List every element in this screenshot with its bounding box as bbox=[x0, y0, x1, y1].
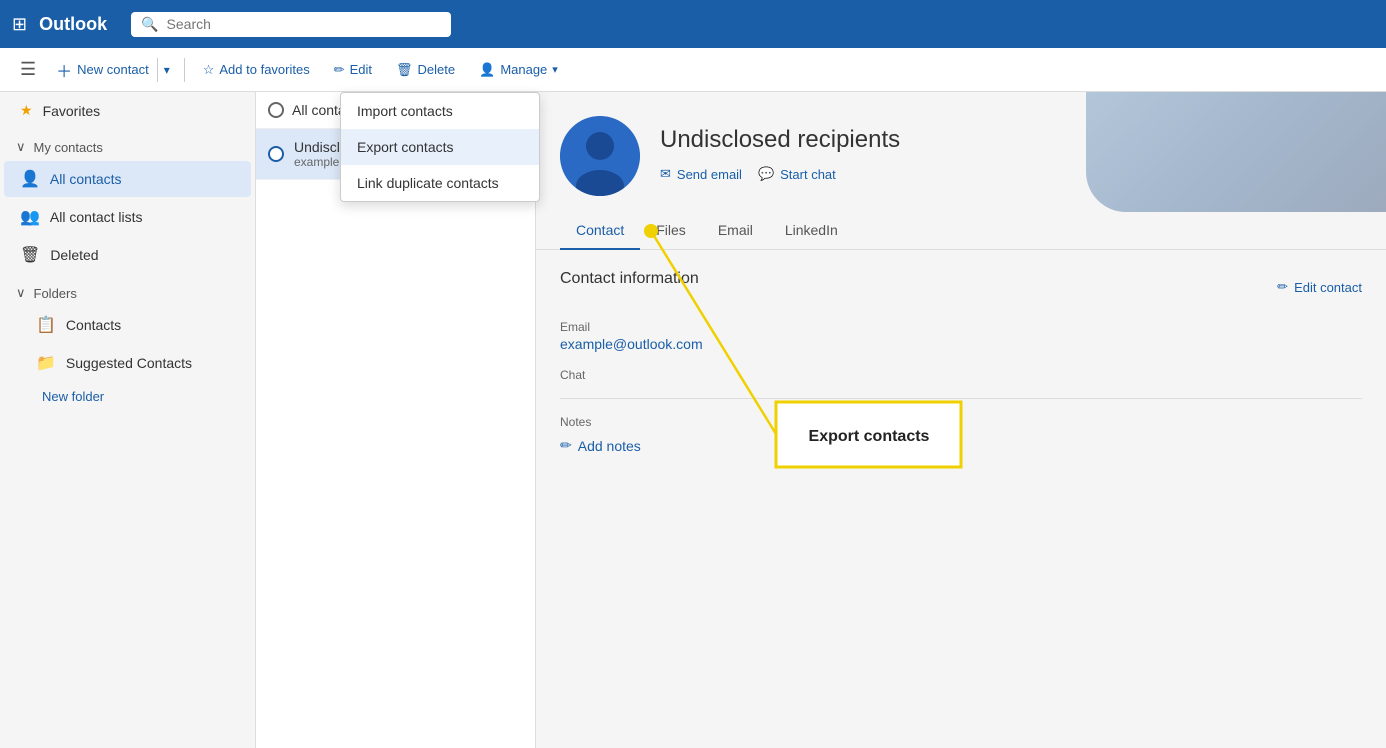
chevron-down-icon: ∨ bbox=[16, 139, 26, 155]
select-all-radio[interactable] bbox=[268, 102, 284, 118]
detail-panel: Undisclosed recipients ✉ Send email 💬 St… bbox=[536, 92, 1386, 748]
edit-icon: ✏ bbox=[334, 62, 345, 78]
export-contacts-item[interactable]: Export contacts bbox=[341, 129, 539, 165]
contact-select-radio[interactable] bbox=[268, 146, 284, 162]
detail-content: Contact information ✏ Edit contact Email… bbox=[536, 250, 1386, 474]
start-chat-button[interactable]: 💬 Start chat bbox=[758, 162, 836, 186]
suggested-folder-icon: 📁 bbox=[20, 353, 56, 373]
topbar: ⊞ Outlook 🔍 bbox=[0, 0, 1386, 48]
list-icon: 👥 bbox=[20, 207, 40, 227]
sidebar-folders-header[interactable]: ∨ Folders bbox=[0, 275, 255, 305]
chevron-down2-icon: ∨ bbox=[16, 285, 26, 301]
sidebar-my-contacts-header[interactable]: ∨ My contacts bbox=[0, 129, 255, 159]
toolbar: ☰ ＋ New contact ▾ ☆ Add to favorites ✏ E… bbox=[0, 48, 1386, 92]
email-icon: ✉ bbox=[660, 166, 671, 182]
sidebar-item-suggested-contacts[interactable]: 📁 Suggested Contacts bbox=[4, 345, 251, 381]
main-layout: ★ Favorites ∨ My contacts 👤 All contacts… bbox=[0, 92, 1386, 748]
trash-icon: 🗑 bbox=[396, 62, 413, 78]
email-field-value[interactable]: example@outlook.com bbox=[560, 336, 1362, 352]
email-field-group: Email example@outlook.com bbox=[560, 320, 1362, 352]
person-icon: 👤 bbox=[20, 169, 40, 189]
detail-background bbox=[1086, 92, 1386, 212]
sidebar-new-folder[interactable]: New folder bbox=[0, 383, 255, 410]
send-email-button[interactable]: ✉ Send email bbox=[660, 162, 742, 186]
add-notes-button[interactable]: ✏ Add notes bbox=[560, 437, 641, 454]
search-icon: 🔍 bbox=[141, 16, 158, 33]
trash2-icon: 🗑 bbox=[20, 245, 40, 265]
new-contact-label: New contact bbox=[77, 62, 149, 77]
hamburger-icon[interactable]: ☰ bbox=[12, 55, 44, 84]
sidebar-item-contacts-folder[interactable]: 📋 Contacts bbox=[4, 307, 251, 343]
email-field-label: Email bbox=[560, 320, 1362, 334]
delete-button[interactable]: 🗑 Delete bbox=[386, 57, 465, 83]
notes-icon: ✏ bbox=[560, 437, 572, 454]
edit-contact-button[interactable]: ✏ Edit contact bbox=[1277, 279, 1362, 295]
new-contact-button[interactable]: ＋ New contact bbox=[48, 53, 157, 87]
import-contacts-item[interactable]: Import contacts bbox=[341, 93, 539, 129]
sidebar-item-all-contact-lists[interactable]: 👥 All contact lists bbox=[4, 199, 251, 235]
star-filled-icon: ★ bbox=[20, 102, 33, 119]
detail-tabs: Contact Files Email LinkedIn bbox=[536, 212, 1386, 250]
manage-chevron-icon: ▾ bbox=[552, 63, 558, 76]
chat-icon: 💬 bbox=[758, 166, 774, 182]
sidebar: ★ Favorites ∨ My contacts 👤 All contacts… bbox=[0, 92, 256, 748]
new-contact-group: ＋ New contact ▾ bbox=[48, 53, 176, 87]
edit-button[interactable]: ✏ Edit bbox=[324, 57, 382, 83]
detail-divider bbox=[560, 398, 1362, 399]
sidebar-item-all-contacts[interactable]: 👤 All contacts bbox=[4, 161, 251, 197]
folder-icon: 📋 bbox=[20, 315, 56, 335]
chat-field-group: Chat bbox=[560, 368, 1362, 382]
app-title: Outlook bbox=[39, 14, 107, 35]
search-input[interactable] bbox=[167, 16, 442, 32]
new-contact-dropdown-button[interactable]: ▾ bbox=[157, 58, 176, 82]
tab-files[interactable]: Files bbox=[640, 212, 702, 250]
manage-icon: 👤 bbox=[479, 62, 495, 78]
sidebar-item-deleted[interactable]: 🗑 Deleted bbox=[4, 237, 251, 273]
contact-information-title: Contact information bbox=[560, 270, 699, 288]
tab-email[interactable]: Email bbox=[702, 212, 769, 250]
contact-avatar bbox=[560, 116, 640, 196]
manage-button[interactable]: 👤 Manage ▾ bbox=[469, 57, 568, 83]
star-icon: ☆ bbox=[203, 62, 215, 78]
plus-icon: ＋ bbox=[56, 58, 72, 82]
chat-field-label: Chat bbox=[560, 368, 1362, 382]
link-duplicate-contacts-item[interactable]: Link duplicate contacts bbox=[341, 165, 539, 201]
notes-label: Notes bbox=[560, 415, 1362, 429]
avatar-svg bbox=[560, 116, 640, 196]
sidebar-item-favorites[interactable]: ★ Favorites bbox=[4, 94, 251, 127]
toolbar-separator-1 bbox=[184, 58, 185, 82]
search-box[interactable]: 🔍 bbox=[131, 12, 451, 37]
tab-linkedin[interactable]: LinkedIn bbox=[769, 212, 854, 250]
contact-info-section-header: Contact information ✏ Edit contact bbox=[560, 270, 1362, 304]
tab-contact[interactable]: Contact bbox=[560, 212, 640, 250]
add-to-favorites-button[interactable]: ☆ Add to favorites bbox=[193, 57, 320, 83]
grid-icon[interactable]: ⊞ bbox=[12, 14, 27, 35]
manage-dropdown: Import contacts Export contacts Link dup… bbox=[340, 92, 540, 202]
pencil-icon: ✏ bbox=[1277, 279, 1288, 295]
